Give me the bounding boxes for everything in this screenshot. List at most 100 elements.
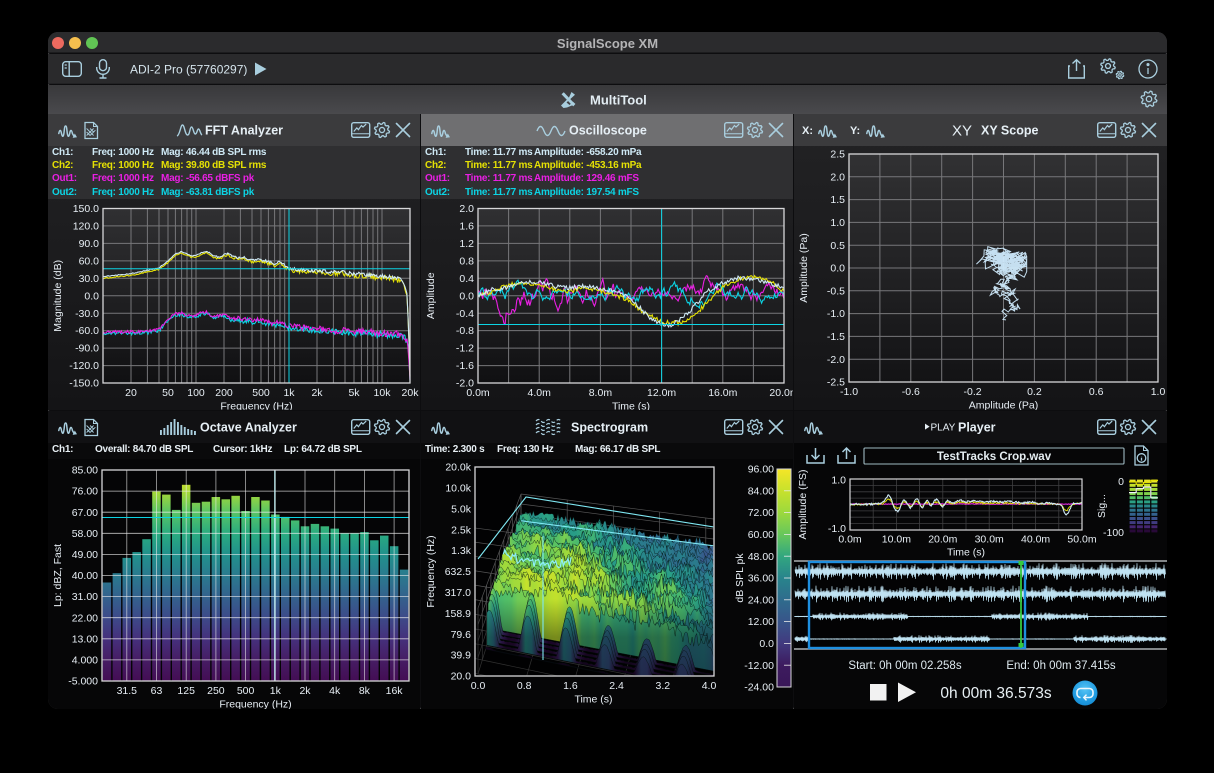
svg-text:632.5: 632.5 (445, 566, 471, 578)
svg-text:1.6: 1.6 (563, 680, 578, 692)
svg-text:-2.0: -2.0 (827, 354, 845, 366)
svg-text:-90.0: -90.0 (75, 343, 99, 355)
svg-text:Spectrogram: Spectrogram (571, 421, 648, 435)
svg-text:Amplitude (Pa): Amplitude (Pa) (798, 233, 810, 302)
svg-text:0.0: 0.0 (471, 680, 486, 692)
svg-text:72.00: 72.00 (748, 507, 774, 519)
svg-text:50.0m: 50.0m (1067, 534, 1096, 546)
svg-text:ADI-2 Pro (57760297): ADI-2 Pro (57760297) (130, 63, 247, 77)
svg-text:40.0m: 40.0m (1021, 534, 1050, 546)
svg-text:5k: 5k (348, 387, 360, 399)
svg-text:-0.5: -0.5 (827, 285, 845, 297)
svg-text:49.00: 49.00 (72, 549, 98, 561)
svg-text:0.0: 0.0 (759, 638, 774, 650)
svg-text:36.00: 36.00 (748, 573, 774, 585)
svg-text:-150.0: -150.0 (69, 378, 99, 390)
svg-text:-0.2: -0.2 (964, 386, 982, 398)
svg-text:10k: 10k (374, 387, 392, 399)
svg-text:XY: XY (952, 123, 972, 140)
svg-text:0.0m: 0.0m (838, 534, 862, 546)
svg-text:MultiTool: MultiTool (590, 93, 647, 108)
svg-text:0.0m: 0.0m (466, 387, 490, 399)
svg-text:39.9: 39.9 (451, 650, 472, 662)
svg-text:10.0k: 10.0k (445, 483, 471, 495)
svg-text:Amplitude (Pa): Amplitude (Pa) (969, 400, 1038, 411)
svg-text:158.9: 158.9 (445, 608, 471, 620)
svg-text:FFT Analyzer: FFT Analyzer (205, 124, 283, 138)
svg-text:20.0m: 20.0m (769, 387, 793, 399)
svg-text:Lp: dBZ, Fast: Lp: dBZ, Fast (52, 544, 64, 607)
svg-text:31.00: 31.00 (72, 591, 98, 603)
svg-text:0.0: 0.0 (459, 290, 474, 302)
svg-text:22.00: 22.00 (72, 612, 98, 624)
svg-text:4k: 4k (329, 685, 341, 697)
svg-text:96.00: 96.00 (748, 464, 774, 476)
svg-text:-120.0: -120.0 (69, 360, 99, 372)
svg-text:16.0m: 16.0m (708, 387, 737, 399)
svg-text:200: 200 (215, 387, 233, 399)
svg-text:5.0k: 5.0k (451, 503, 472, 515)
svg-text:1.0: 1.0 (831, 475, 846, 487)
svg-text:1.5: 1.5 (830, 194, 845, 206)
svg-text:40.00: 40.00 (72, 570, 98, 582)
svg-text:31.5: 31.5 (117, 685, 138, 697)
svg-text:500: 500 (237, 685, 255, 697)
svg-text:Time (s): Time (s) (947, 547, 985, 559)
svg-text:-60.0: -60.0 (75, 325, 99, 337)
svg-text:20: 20 (125, 387, 137, 399)
svg-text:0.2: 0.2 (1027, 386, 1042, 398)
svg-text:79.6: 79.6 (451, 629, 472, 641)
svg-text:1.2: 1.2 (459, 238, 474, 250)
svg-text:-1.2: -1.2 (456, 343, 474, 355)
svg-text:2.5k: 2.5k (451, 524, 472, 536)
svg-text:58.00: 58.00 (72, 528, 98, 540)
svg-text:0.8: 0.8 (517, 680, 532, 692)
svg-text:84.00: 84.00 (748, 485, 774, 497)
svg-text:0h 00m 36.573s: 0h 00m 36.573s (940, 685, 1051, 702)
svg-text:Frequency (Hz): Frequency (Hz) (219, 699, 291, 710)
svg-text:3.2: 3.2 (655, 680, 670, 692)
svg-text:Start: 0h 00m 02.258s: Start: 0h 00m 02.258s (848, 660, 961, 672)
svg-text:125: 125 (177, 685, 195, 697)
svg-text:8k: 8k (359, 685, 371, 697)
svg-text:-1.0: -1.0 (840, 386, 858, 398)
svg-text:0.0: 0.0 (84, 290, 99, 302)
svg-text:TestTracks Crop.wav: TestTracks Crop.wav (937, 451, 1052, 463)
svg-text:-12.00: -12.00 (744, 660, 774, 672)
svg-text:4.0: 4.0 (702, 680, 717, 692)
svg-text:1.0: 1.0 (1151, 386, 1166, 398)
svg-text:Amplitude (FS): Amplitude (FS) (797, 469, 809, 539)
svg-text:85.00: 85.00 (72, 465, 98, 477)
svg-text:20.0m: 20.0m (928, 534, 957, 546)
svg-text:Sig...: Sig... (1096, 494, 1108, 518)
svg-text:0.8: 0.8 (459, 256, 474, 268)
svg-text:XY Scope: XY Scope (981, 124, 1038, 138)
svg-text:-1.0: -1.0 (827, 308, 845, 320)
svg-text:Y:: Y: (850, 125, 860, 137)
svg-text:End: 0h 00m 37.415s: End: 0h 00m 37.415s (1006, 660, 1116, 672)
svg-text:12.00: 12.00 (748, 616, 774, 628)
svg-text:120.0: 120.0 (73, 221, 99, 233)
svg-text:4.0m: 4.0m (528, 387, 552, 399)
svg-text:1.0: 1.0 (830, 217, 845, 229)
svg-text:67.00: 67.00 (72, 507, 98, 519)
svg-text:4.000: 4.000 (72, 655, 98, 667)
svg-text:Magnitude (dB): Magnitude (dB) (52, 260, 64, 332)
svg-text:0.6: 0.6 (1089, 386, 1104, 398)
svg-text:20.0k: 20.0k (445, 462, 471, 474)
svg-text:Time (s): Time (s) (574, 694, 612, 706)
svg-text:-0.6: -0.6 (902, 386, 920, 398)
svg-text:Frequency (Hz): Frequency (Hz) (220, 401, 292, 411)
svg-text:Octave Analyzer: Octave Analyzer (200, 421, 297, 435)
svg-text:0.0: 0.0 (830, 263, 845, 275)
svg-text:-0.8: -0.8 (456, 325, 474, 337)
svg-text:60.0: 60.0 (79, 256, 100, 268)
svg-text:16k: 16k (386, 685, 404, 697)
svg-text:48.00: 48.00 (748, 551, 774, 563)
svg-text:Frequency (Hz): Frequency (Hz) (425, 535, 437, 607)
svg-text:50: 50 (162, 387, 174, 399)
svg-text:250: 250 (207, 685, 225, 697)
svg-text:Time (s): Time (s) (612, 401, 650, 411)
svg-text:2.4: 2.4 (609, 680, 624, 692)
svg-text:2.0: 2.0 (830, 171, 845, 183)
